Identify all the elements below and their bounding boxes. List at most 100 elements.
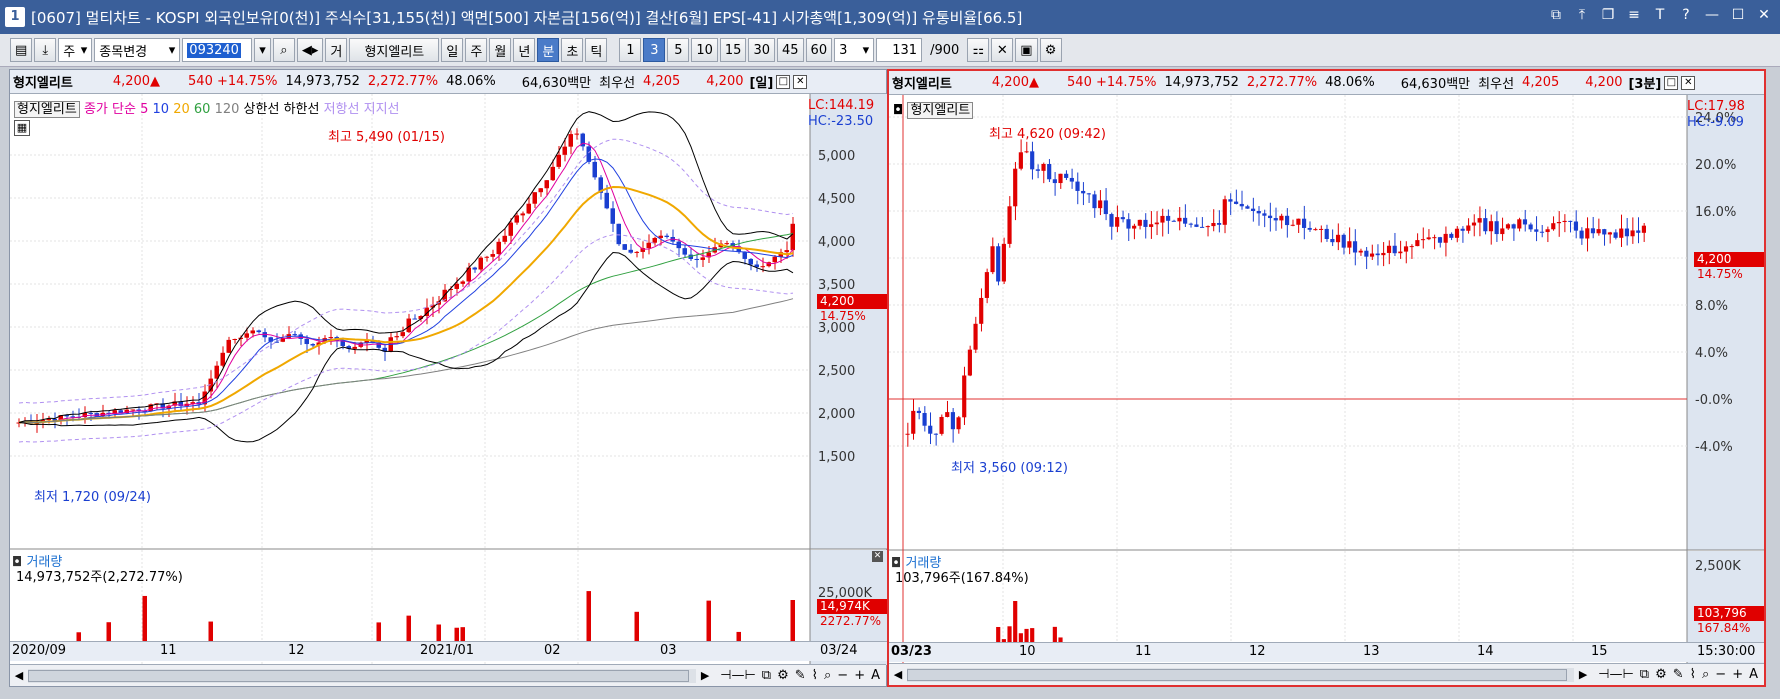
magnifier-icon[interactable]: ⌕ xyxy=(824,668,831,683)
text-icon[interactable]: A xyxy=(871,668,880,683)
interval-15[interactable]: 15 xyxy=(719,38,747,62)
candle-body xyxy=(950,412,955,430)
zoom-slider-icon[interactable]: ⊣—⊢ xyxy=(1598,667,1634,682)
period-tick[interactable]: 틱 xyxy=(585,38,608,62)
speaker-icon[interactable]: ◀▸ xyxy=(296,38,324,62)
period-minute[interactable]: 분 xyxy=(537,38,560,62)
ask-price: 4,205 xyxy=(643,74,681,89)
trade-amount: 64,630백만 xyxy=(521,76,592,91)
candle-body xyxy=(1568,220,1573,222)
interval-10[interactable]: 10 xyxy=(691,38,718,62)
period-second[interactable]: 초 xyxy=(561,38,584,62)
period-year[interactable]: 년 xyxy=(513,38,536,62)
candle-body xyxy=(1064,173,1069,178)
chart-tools-icon[interactable]: ⚏ xyxy=(967,38,990,62)
save-icon[interactable]: ▣ xyxy=(1015,38,1038,62)
pin-icon[interactable]: ⤒ xyxy=(1574,7,1590,23)
market-type-select[interactable]: 주 ▾ xyxy=(58,38,93,62)
grid-icon[interactable]: ▦ xyxy=(14,120,30,136)
stock-change-select[interactable]: 종목변경 ▾ xyxy=(94,38,181,62)
legend-ma20: 20 xyxy=(173,102,190,117)
crosshair-icon[interactable]: ✕ xyxy=(991,38,1014,62)
scroll-right-icon[interactable]: ▶ xyxy=(1574,668,1592,681)
settings-icon[interactable]: ⚙ xyxy=(1039,38,1062,62)
close-icon[interactable]: ✕ xyxy=(1681,75,1696,90)
brush-icon[interactable]: ⌇ xyxy=(812,668,818,683)
search-icon[interactable]: ⌕ xyxy=(272,38,295,62)
stock-code-input[interactable]: 093240 xyxy=(182,38,253,62)
candle-body xyxy=(88,412,93,414)
gear-icon[interactable]: ⚙ xyxy=(777,668,789,683)
close-icon[interactable]: ✕ xyxy=(793,74,808,89)
candle-body xyxy=(1607,232,1613,235)
zoom-in-icon[interactable]: + xyxy=(1732,667,1743,682)
text-icon[interactable]: A xyxy=(1749,667,1758,682)
scroll-right-icon[interactable]: ▶ xyxy=(696,669,714,682)
candle-body xyxy=(1381,252,1386,256)
layout-icon[interactable]: ▤ xyxy=(10,38,33,62)
candle-body xyxy=(1137,219,1142,226)
copy-icon[interactable]: ⧉ xyxy=(762,668,771,683)
up-arrow-icon: ▲ xyxy=(150,74,161,89)
draw-icon[interactable]: ✎ xyxy=(1673,667,1684,682)
interval-select[interactable]: 3 ▾ xyxy=(834,38,875,62)
legend-stock[interactable]: 형지엘리트 xyxy=(907,102,974,119)
maximize-icon[interactable]: ☐ xyxy=(1730,7,1746,23)
zoom-in-icon[interactable]: + xyxy=(854,668,865,683)
tile-icon[interactable]: ❐ xyxy=(1600,7,1616,23)
zoom-slider-icon[interactable]: ⊣—⊢ xyxy=(720,668,756,683)
candle-body xyxy=(742,252,747,259)
candle-body xyxy=(604,192,609,209)
scroll-thumb[interactable] xyxy=(907,668,1568,681)
daily-candle-chart[interactable]: 5,000 4,500 4,000 3,500 3,000 2,500 2,000 1,500… xyxy=(10,94,888,688)
interval-45[interactable]: 45 xyxy=(777,38,804,62)
interval-60[interactable]: 60 xyxy=(805,38,833,62)
candle-body xyxy=(1579,230,1584,239)
period-month[interactable]: 월 xyxy=(489,38,512,62)
interval-1[interactable]: 1 xyxy=(619,38,642,62)
gear-icon[interactable]: ⚙ xyxy=(1655,667,1667,682)
zoom-out-icon[interactable]: − xyxy=(837,668,848,683)
count-input[interactable]: 131 xyxy=(876,38,923,62)
interval-5[interactable]: 5 xyxy=(667,38,690,62)
close-icon[interactable]: ✕ xyxy=(1756,7,1772,23)
interval-3[interactable]: 3 xyxy=(643,38,666,62)
candle-body xyxy=(1290,224,1295,226)
legend-stock[interactable]: 형지엘리트 xyxy=(14,101,80,118)
minute-candle-chart[interactable]: 24.0%20.0%16.0%12.0%8.0%4.0%-0.0%-4.0%2,… xyxy=(889,95,1764,685)
zoom-out-icon[interactable]: − xyxy=(1715,667,1726,682)
x-label-1: 03/23 xyxy=(891,644,932,659)
copy-icon[interactable]: ⧉ xyxy=(1640,667,1649,682)
scroll-track[interactable] xyxy=(28,668,697,683)
maximize-icon[interactable]: □ xyxy=(1664,75,1679,90)
x-end-label: 15:30:00 xyxy=(1697,644,1756,659)
stock-name: 형지엘리트 xyxy=(892,77,952,92)
x-label-2: 11 xyxy=(160,643,177,658)
menu-icon[interactable]: ≡ xyxy=(1626,7,1642,23)
restore-icon[interactable]: ⧉ xyxy=(1548,7,1564,23)
scroll-track[interactable] xyxy=(907,667,1575,682)
interval-30[interactable]: 30 xyxy=(748,38,775,62)
scroll-bar[interactable]: ◀ ▶ ⊣—⊢ ⧉ ⚙ ✎ ⌇ ⌕ − + A xyxy=(889,663,1764,685)
magnifier-icon[interactable]: ⌕ xyxy=(1702,667,1709,682)
download-icon[interactable]: ⤓ xyxy=(34,38,57,62)
period-day[interactable]: 일 xyxy=(441,38,464,62)
scroll-left-icon[interactable]: ◀ xyxy=(889,668,907,681)
minimize-icon[interactable]: — xyxy=(1704,7,1720,23)
close-pane-icon[interactable]: ✕ xyxy=(872,551,883,562)
change-percent: +14.75% xyxy=(217,74,278,89)
chevron-down-icon[interactable]: ▾ xyxy=(254,38,271,62)
candle-body xyxy=(1205,226,1210,228)
font-icon[interactable]: T xyxy=(1652,7,1668,23)
help-icon[interactable]: ? xyxy=(1678,7,1694,23)
maximize-icon[interactable]: □ xyxy=(776,74,791,89)
scroll-bar[interactable]: ◀ ▶ ⊣—⊢ ⧉ ⚙ ✎ ⌇ ⌕ − + A xyxy=(10,664,886,686)
period-week[interactable]: 주 xyxy=(465,38,488,62)
brush-icon[interactable]: ⌇ xyxy=(1690,667,1696,682)
scroll-left-icon[interactable]: ◀ xyxy=(10,669,28,682)
stock-name-display[interactable]: 형지엘리트 xyxy=(349,38,440,62)
draw-icon[interactable]: ✎ xyxy=(795,668,806,683)
candle-body xyxy=(256,330,261,333)
b-button[interactable]: 거 xyxy=(325,38,348,62)
scroll-thumb[interactable] xyxy=(28,669,690,682)
